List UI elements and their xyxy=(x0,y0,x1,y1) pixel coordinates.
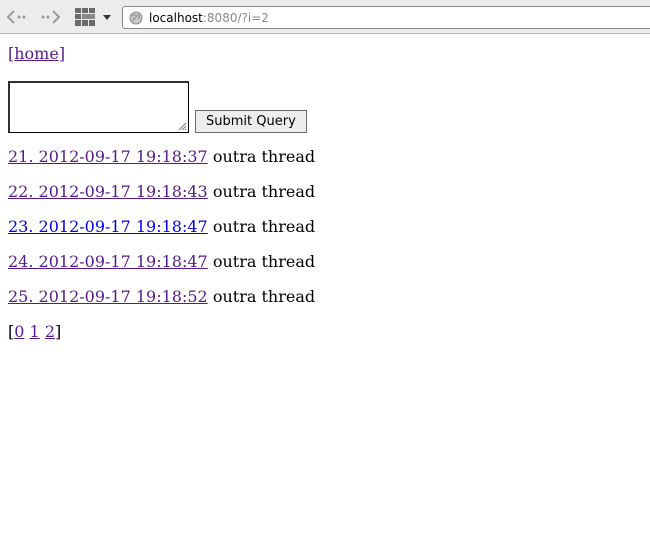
thread-title: outra thread xyxy=(207,252,316,271)
home-line: [home] xyxy=(8,44,642,64)
browser-toolbar: localhost:8080/?i=2 xyxy=(0,0,650,34)
thread-link[interactable]: 25. 2012-09-17 19:18:52 xyxy=(8,287,208,306)
thread-link[interactable]: 22. 2012-09-17 19:18:43 xyxy=(8,182,208,201)
pager-close-bracket: ] xyxy=(55,322,62,341)
submit-query-button[interactable]: Submit Query xyxy=(195,110,307,133)
thread-title: outra thread xyxy=(207,182,316,201)
page-link-0[interactable]: 0 xyxy=(14,322,24,341)
forward-button[interactable] xyxy=(38,6,64,28)
thread-title: outra thread xyxy=(207,217,316,236)
home-link[interactable]: [home] xyxy=(8,44,65,63)
page-link-2[interactable]: 2 xyxy=(45,322,55,341)
page-link-1[interactable]: 1 xyxy=(30,322,40,341)
forward-arrow-icon xyxy=(41,10,61,24)
thread-title: outra thread xyxy=(207,287,316,306)
grid-dropdown-button[interactable] xyxy=(100,6,114,28)
message-textarea[interactable] xyxy=(8,81,189,133)
url-host: localhost xyxy=(149,10,203,25)
thread-list: 21. 2012-09-17 19:18:37 outra thread 22.… xyxy=(8,147,642,307)
globe-icon xyxy=(129,11,143,25)
chevron-down-icon xyxy=(103,15,111,20)
thread-link[interactable]: 21. 2012-09-17 19:18:37 xyxy=(8,147,208,166)
back-button[interactable] xyxy=(4,6,30,28)
thread-item: 21. 2012-09-17 19:18:37 outra thread xyxy=(8,147,642,167)
thread-link[interactable]: 23. 2012-09-17 19:18:47 xyxy=(8,217,208,236)
resize-grip-icon[interactable] xyxy=(177,121,187,131)
thread-item: 25. 2012-09-17 19:18:52 outra thread xyxy=(8,287,642,307)
thread-item: 24. 2012-09-17 19:18:47 outra thread xyxy=(8,252,642,272)
pagination: [0 1 2] xyxy=(8,322,642,342)
back-arrow-icon xyxy=(6,10,26,24)
page-content: [home] Submit Query 21. 2012-09-17 19:18… xyxy=(8,44,642,342)
thread-title: outra thread xyxy=(207,147,316,166)
thread-item: 22. 2012-09-17 19:18:43 outra thread xyxy=(8,182,642,202)
post-form: Submit Query xyxy=(8,81,642,133)
grid-view-button[interactable] xyxy=(72,6,98,28)
thread-item: 23. 2012-09-17 19:18:47 outra thread xyxy=(8,217,642,237)
thread-link[interactable]: 24. 2012-09-17 19:18:47 xyxy=(8,252,208,271)
grid-view-icon xyxy=(75,8,95,26)
address-bar[interactable]: localhost:8080/?i=2 xyxy=(122,6,650,29)
url-path: :8080/?i=2 xyxy=(202,10,269,25)
